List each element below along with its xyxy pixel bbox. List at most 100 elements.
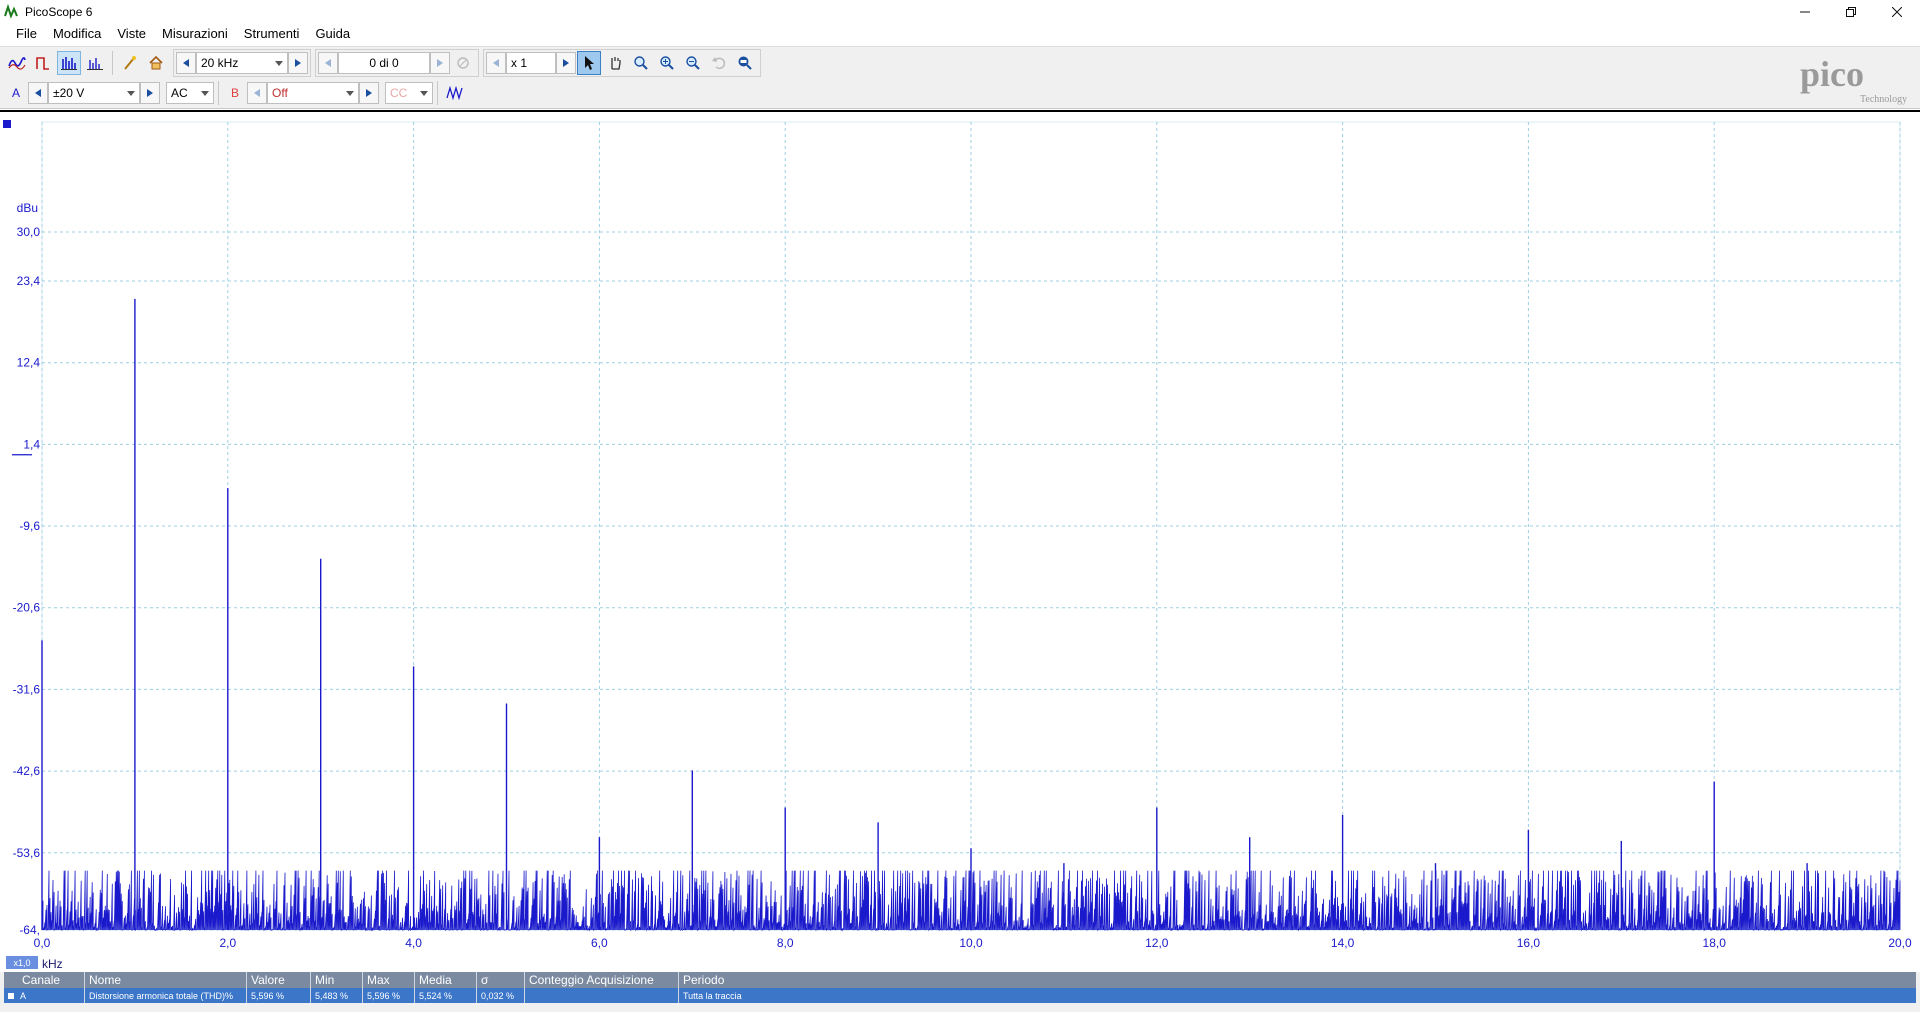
title-bar: PicoScope 6: [0, 0, 1920, 23]
signal-generator-icon[interactable]: [443, 81, 467, 105]
row-count: [524, 988, 678, 1003]
x-tick-label: 0,0: [34, 936, 51, 950]
row-mean: 5,524 %: [414, 988, 476, 1003]
header-sigma[interactable]: σ: [476, 972, 524, 988]
timebase-select[interactable]: 20 kHz: [196, 51, 288, 74]
timebase-next-button[interactable]: [288, 51, 308, 74]
buffer-value: 0 di 0: [369, 55, 399, 70]
buffer-prev-button[interactable]: [318, 51, 338, 74]
zoom-field[interactable]: x 1: [506, 51, 556, 74]
x-tick-label: 2,0: [219, 936, 236, 950]
menu-strumenti[interactable]: Strumenti: [236, 26, 308, 41]
row-sigma: 0,032 %: [476, 988, 524, 1003]
x-axis-unit: kHz: [42, 957, 63, 971]
y-tick-label: 1,4: [23, 437, 40, 451]
zoom-overview-icon[interactable]: [733, 51, 757, 75]
buffer-overview-icon[interactable]: [451, 51, 475, 75]
coupling-b-select[interactable]: CC: [385, 82, 433, 104]
timebase-group: 20 kHz: [173, 48, 311, 77]
buffer-next-button[interactable]: [430, 51, 450, 74]
x-tick-label: 8,0: [777, 936, 794, 950]
header-period[interactable]: Periodo: [678, 972, 1916, 988]
coupling-a-select[interactable]: AC: [166, 82, 214, 104]
row-channel: A: [4, 988, 84, 1003]
row-max: 5,596 %: [362, 988, 414, 1003]
zoom-in-icon[interactable]: [655, 51, 679, 75]
x-tick-label: 10,0: [959, 936, 983, 950]
window-title: PicoScope 6: [25, 4, 93, 19]
header-name[interactable]: Nome: [84, 972, 246, 988]
zoom-value: x 1: [511, 55, 528, 70]
menu-guida[interactable]: Guida: [307, 26, 358, 41]
header-max[interactable]: Max: [362, 972, 414, 988]
channel-b-button[interactable]: B: [224, 81, 246, 105]
y-tick-label: 12,4: [17, 356, 41, 370]
y-tick-label: -9,6: [19, 519, 40, 533]
pointer-tool-icon[interactable]: [577, 50, 601, 75]
timebase-prev-button[interactable]: [176, 51, 196, 74]
range-b-prev-button[interactable]: [247, 82, 267, 104]
row-period: Tutta la traccia: [678, 988, 1916, 1003]
range-a-select[interactable]: ±20 V: [48, 82, 140, 104]
x-tick-label: 20,0: [1888, 936, 1912, 950]
minimize-icon[interactable]: [1782, 0, 1828, 23]
persistence-mode-icon[interactable]: [31, 51, 55, 75]
y-tick-label: 30,0: [17, 225, 41, 239]
table-row[interactable]: A Distorsione armonica totale (THD)% 5,5…: [4, 988, 1916, 1003]
probe-wand-icon[interactable]: [118, 51, 142, 75]
range-a-prev-button[interactable]: [28, 82, 48, 104]
x-tick-label: 18,0: [1703, 936, 1727, 950]
y-tick-label: -31,6: [13, 682, 41, 696]
logo-subtext: Technology: [1860, 94, 1907, 105]
close-icon[interactable]: [1874, 0, 1920, 23]
spectrum-chart[interactable]: 0,0 2,0 4,0 6,0 8,0 10,0 12,0 14,0 16,0 18,0 20,0 3…: [0, 112, 1920, 972]
row-channel-label: A: [20, 990, 27, 1001]
scope-mode-icon[interactable]: [5, 51, 29, 75]
menu-file[interactable]: File: [8, 26, 45, 41]
menu-bar: File Modifica Viste Misurazioni Strument…: [0, 23, 1920, 44]
x-tick-label: 16,0: [1517, 936, 1541, 950]
header-value[interactable]: Valore: [246, 972, 310, 988]
menu-misurazioni[interactable]: Misurazioni: [154, 26, 236, 41]
spectrum-view[interactable]: 0,0 2,0 4,0 6,0 8,0 10,0 12,0 14,0 16,0 18,0 20,0 3…: [0, 110, 1920, 972]
y-tick-label: -64,: [19, 923, 40, 937]
undo-zoom-icon[interactable]: [707, 51, 731, 75]
channel-a-button[interactable]: A: [5, 81, 27, 105]
range-a-next-button[interactable]: [140, 82, 160, 104]
header-min[interactable]: Min: [310, 972, 362, 988]
chevron-down-icon: [201, 91, 209, 96]
coupling-a-value: AC: [171, 86, 188, 100]
range-b-select[interactable]: Off: [267, 82, 359, 104]
menu-modifica[interactable]: Modifica: [45, 26, 109, 41]
range-a-value: ±20 V: [53, 86, 85, 100]
buffer-group: 0 di 0: [315, 48, 479, 77]
restore-icon[interactable]: [1828, 0, 1874, 23]
logo-text: pico: [1800, 54, 1864, 94]
pico-logo: pico Technology: [1792, 50, 1912, 108]
header-channel[interactable]: Canale: [4, 972, 84, 988]
zoom-next-button[interactable]: [556, 51, 576, 74]
buffer-field[interactable]: 0 di 0: [338, 51, 430, 74]
zoom-out-icon[interactable]: [681, 51, 705, 75]
measurements-panel: Canale Nome Valore Min Max Media σ Conte…: [0, 972, 1920, 1012]
chevron-down-icon: [346, 91, 354, 96]
zoom-area-icon[interactable]: [629, 51, 653, 75]
channel-toolbar: A ±20 V AC B Off CC: [0, 78, 1920, 109]
x-tick-label: 6,0: [591, 936, 608, 950]
zoom-prev-button[interactable]: [486, 51, 506, 74]
header-mean[interactable]: Media: [414, 972, 476, 988]
spectrum-mode-icon[interactable]: [57, 50, 81, 75]
row-value: 5,596 %: [246, 988, 310, 1003]
timebase-value: 20 kHz: [201, 55, 239, 70]
add-spectrum-view-icon[interactable]: [83, 51, 107, 75]
hand-tool-icon[interactable]: [603, 51, 627, 75]
channel-marker: [3, 120, 11, 128]
range-b-next-button[interactable]: [359, 82, 379, 104]
y-tick-label: -53,6: [13, 846, 41, 860]
menu-viste[interactable]: Viste: [109, 26, 154, 41]
home-icon[interactable]: [144, 51, 168, 75]
y-tick-label: 23,4: [17, 274, 41, 288]
chevron-down-icon: [420, 91, 428, 96]
header-count[interactable]: Conteggio Acquisizione: [524, 972, 678, 988]
chevron-down-icon: [275, 60, 283, 66]
